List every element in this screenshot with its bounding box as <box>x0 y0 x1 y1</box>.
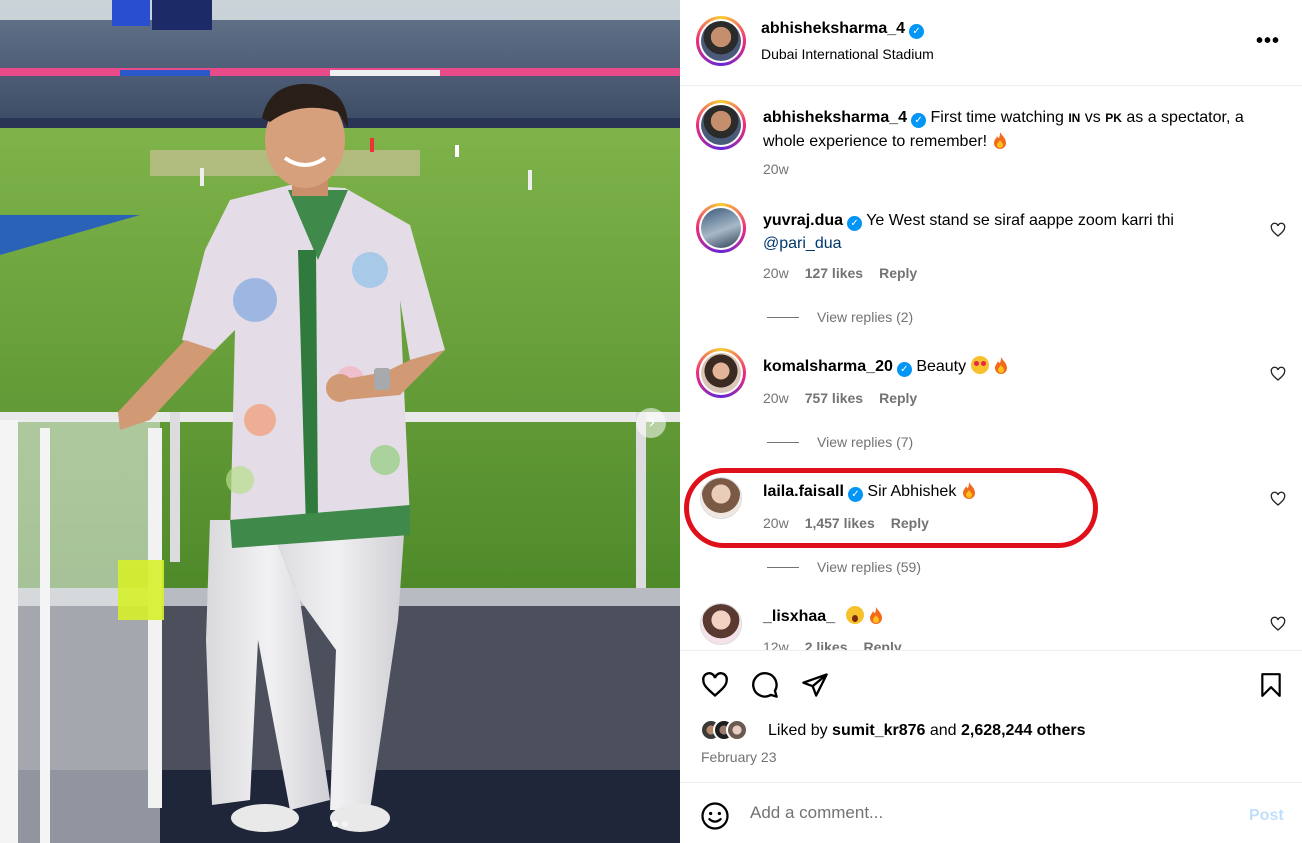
heart-icon[interactable] <box>1270 366 1286 382</box>
commenter-avatar[interactable] <box>696 348 746 398</box>
commenter-avatar[interactable] <box>696 203 746 253</box>
comment-age[interactable]: 20w <box>763 265 789 281</box>
verified-icon: ✓ <box>847 487 863 502</box>
post-photo[interactable]: › <box>0 0 680 843</box>
caption-meta: 20w <box>763 161 789 177</box>
liked-by-prefix: Liked by <box>768 722 833 739</box>
comment-icon[interactable] <box>750 671 780 699</box>
comment-composer: Post <box>680 782 1302 843</box>
comment-mention[interactable]: @pari_dua <box>763 235 842 252</box>
caption-pk: PK <box>1105 111 1122 125</box>
caption-text: abhisheksharma_4 ✓ First time watching IN… <box>763 106 1263 153</box>
fire-emoji <box>869 607 882 624</box>
view-replies-button[interactable]: View replies (7) <box>767 434 913 450</box>
comment-text: laila.faisall ✓ Sir Abhishek <box>763 480 1263 503</box>
next-slide-icon: › <box>648 412 656 433</box>
verified-icon: ✓ <box>847 216 863 231</box>
view-replies-button[interactable]: View replies (59) <box>767 559 921 575</box>
commenter-avatar[interactable] <box>700 477 742 519</box>
liked-by: Liked by sumit_kr876 and 2,628,244 other… <box>768 722 1086 740</box>
post-sidebar: abhisheksharma_4 ✓ Dubai International St… <box>680 0 1302 843</box>
caption-username[interactable]: abhisheksharma_4 <box>763 109 907 126</box>
author-username[interactable]: abhisheksharma_4 <box>761 20 905 37</box>
author-row: abhisheksharma_4 ✓ <box>761 20 925 39</box>
fire-emoji <box>995 357 1008 374</box>
comment-age[interactable]: 12w <box>763 639 789 650</box>
comment-age[interactable]: 20w <box>763 390 789 406</box>
comment-username[interactable]: komalsharma_20 <box>763 358 893 375</box>
comment-likes[interactable]: 2 likes <box>805 639 848 650</box>
comment-body: Sir Abhishek <box>867 483 957 500</box>
verified-icon: ✓ <box>896 362 912 377</box>
comment-text: komalsharma_20 ✓ Beauty <box>763 355 1263 378</box>
heart-icon[interactable] <box>700 671 730 699</box>
liker-avatar <box>726 719 748 741</box>
post-location[interactable]: Dubai International Stadium <box>761 46 934 62</box>
post-date[interactable]: February 23 <box>701 749 776 765</box>
verified-icon: ✓ <box>911 113 927 128</box>
comment-meta: 20w 127 likes Reply <box>763 265 917 281</box>
more-icon[interactable]: ••• <box>1256 30 1280 53</box>
liked-by-user[interactable]: sumit_kr876 <box>832 722 925 739</box>
next-slide-button[interactable]: › <box>636 408 666 438</box>
photo-illustration <box>0 0 680 843</box>
comment-meta: 20w 1,457 likes Reply <box>763 515 929 531</box>
comment-likes[interactable]: 1,457 likes <box>805 515 875 531</box>
fire-emoji <box>993 132 1006 149</box>
post-button[interactable]: Post <box>1249 807 1284 825</box>
comment-input[interactable] <box>750 803 1220 823</box>
post-header: abhisheksharma_4 ✓ Dubai International St… <box>680 0 1302 86</box>
view-replies-label: View replies (7) <box>817 434 914 450</box>
reply-button[interactable]: Reply <box>879 390 917 406</box>
comment-text: _lisxhaa_ <box>763 605 1263 628</box>
fire-emoji <box>962 482 975 499</box>
comment-meta: 12w 2 likes Reply <box>763 639 902 650</box>
emoji-icon[interactable] <box>700 801 730 831</box>
comment-likes[interactable]: 757 likes <box>805 390 863 406</box>
author-avatar[interactable] <box>696 100 746 150</box>
liked-by-and: and <box>925 722 962 739</box>
share-icon[interactable] <box>800 671 830 699</box>
view-replies-label: View replies (2) <box>817 309 914 325</box>
view-replies-button[interactable]: View replies (2) <box>767 309 913 325</box>
carousel-dots <box>0 821 680 827</box>
reply-button[interactable]: Reply <box>864 639 902 650</box>
view-replies-label: View replies (59) <box>817 559 922 575</box>
likes-count[interactable]: 2,628,244 others <box>961 722 1086 739</box>
comments-list[interactable]: abhisheksharma_4 ✓ First time watching IN… <box>680 87 1302 650</box>
comment-meta: 20w 757 likes Reply <box>763 390 917 406</box>
comment-username[interactable]: yuvraj.dua <box>763 212 843 229</box>
caption-vs: vs <box>1080 109 1106 126</box>
comment-body: Beauty <box>916 358 967 375</box>
heart-eyes-emoji <box>970 356 989 374</box>
heart-icon[interactable] <box>1270 616 1286 632</box>
carousel-dot <box>342 821 348 827</box>
comment-username[interactable]: laila.faisall <box>763 483 844 500</box>
verified-icon: ✓ <box>909 24 925 39</box>
caption-age[interactable]: 20w <box>763 161 789 177</box>
commenter-avatar[interactable] <box>700 603 742 645</box>
caption-prefix: First time watching <box>930 109 1069 126</box>
caption-in: IN <box>1068 111 1081 125</box>
comment-age[interactable]: 20w <box>763 515 789 531</box>
bookmark-icon[interactable] <box>1258 671 1284 699</box>
heart-icon[interactable] <box>1270 491 1286 507</box>
surprised-emoji <box>845 606 864 624</box>
carousel-dot-active <box>332 821 338 827</box>
comment-text: yuvraj.dua ✓ Ye West stand se siraf aappe… <box>763 209 1263 255</box>
heart-icon[interactable] <box>1270 222 1286 238</box>
reply-button[interactable]: Reply <box>891 515 929 531</box>
comment-likes[interactable]: 127 likes <box>805 265 863 281</box>
comment-username[interactable]: _lisxhaa_ <box>763 608 835 625</box>
comment-body: Ye West stand se siraf aappe zoom karri … <box>866 212 1174 229</box>
reply-button[interactable]: Reply <box>879 265 917 281</box>
author-avatar[interactable] <box>696 16 746 66</box>
